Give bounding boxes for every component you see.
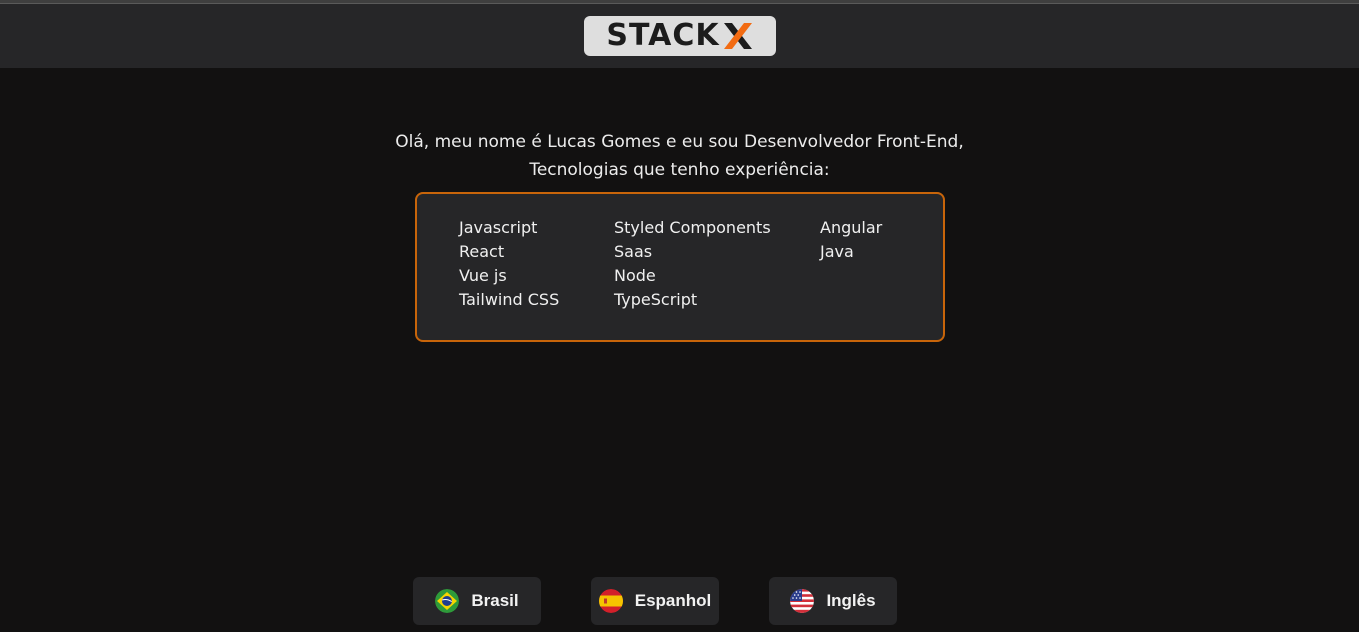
- intro-line-1: Olá, meu nome é Lucas Gomes e eu sou Des…: [395, 132, 964, 152]
- tech-item: Javascript: [459, 218, 538, 237]
- language-button-ingles[interactable]: Inglês: [769, 577, 897, 625]
- tech-item: TypeScript: [614, 290, 698, 309]
- tech-item: Tailwind CSS: [459, 290, 560, 309]
- language-button-espanhol[interactable]: Espanhol: [591, 577, 719, 625]
- brazil-flag-icon: [435, 589, 460, 613]
- tech-item: React: [459, 242, 505, 261]
- stackx-logo[interactable]: STACK: [584, 16, 776, 56]
- language-label: Espanhol: [634, 591, 712, 610]
- tech-item: Java: [820, 242, 854, 261]
- usa-flag-icon: [790, 589, 815, 613]
- intro-text: Olá, meu nome é Lucas Gomes e eu sou Des…: [0, 128, 1359, 184]
- logo-x-icon: [723, 23, 752, 49]
- spain-flag-icon: [598, 589, 623, 613]
- logo-text: STACK: [606, 18, 720, 53]
- tech-item: Saas: [614, 242, 653, 261]
- tech-column-3: Angular Java: [820, 216, 882, 264]
- language-label: Brasil: [471, 591, 519, 610]
- technologies-box: Javascript React Vue js Tailwind CSS Sty…: [415, 192, 945, 342]
- tech-item: Node: [614, 266, 656, 285]
- tech-item: Styled Components: [614, 218, 771, 237]
- language-button-brasil[interactable]: Brasil: [413, 577, 541, 625]
- header-bar: STACK: [0, 4, 1359, 68]
- tech-item: Vue js: [459, 266, 507, 285]
- tech-item: Angular: [820, 218, 883, 237]
- tech-column-1: Javascript React Vue js Tailwind CSS: [459, 216, 559, 312]
- language-label: Inglês: [826, 591, 876, 610]
- intro-line-2: Tecnologias que tenho experiência:: [529, 160, 830, 180]
- tech-column-2: Styled Components Saas Node TypeScript: [614, 216, 771, 312]
